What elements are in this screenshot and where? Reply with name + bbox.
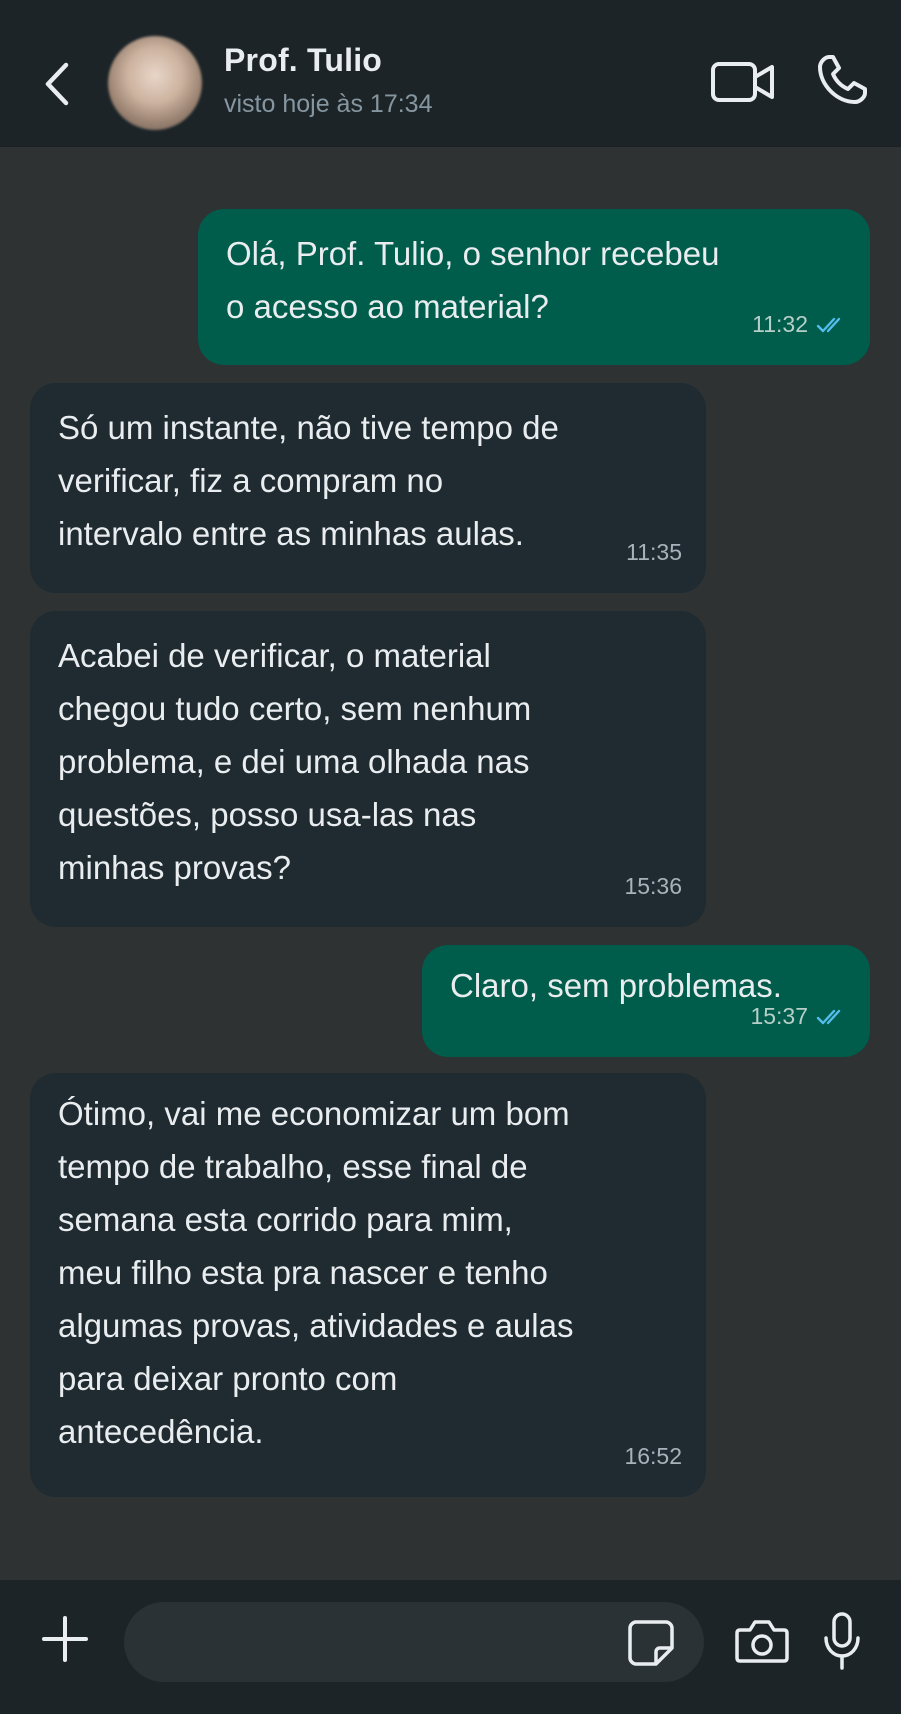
- contact-status: visto hoje às 17:34: [224, 90, 433, 118]
- video-call-button[interactable]: [710, 58, 776, 106]
- message-time: 15:36: [624, 873, 682, 899]
- message-input[interactable]: [124, 1602, 704, 1682]
- message-composer: [0, 1580, 901, 1714]
- message-text: Olá, Prof. Tulio, o senhor recebeu o ace…: [226, 235, 720, 325]
- microphone-icon: [824, 1612, 860, 1670]
- plus-icon: [42, 1616, 88, 1662]
- chevron-left-icon: [45, 62, 69, 106]
- message-meta: 11:35: [626, 526, 682, 579]
- avatar[interactable]: [108, 36, 202, 130]
- message-time: 11:32: [752, 311, 808, 337]
- message-bubble-outgoing[interactable]: Claro, sem problemas. 15:37: [422, 945, 870, 1057]
- message-meta: 15:36: [624, 860, 682, 913]
- double-check-read-icon: [816, 317, 841, 332]
- video-camera-icon: [711, 62, 774, 102]
- back-button[interactable]: [34, 54, 80, 114]
- chat-header: Prof. Tulio visto hoje às 17:34: [0, 0, 901, 147]
- message-time: 15:37: [750, 1003, 808, 1029]
- message-bubble-outgoing[interactable]: Olá, Prof. Tulio, o senhor recebeu o ace…: [198, 209, 870, 365]
- message-meta: 15:37: [750, 990, 846, 1043]
- message-meta: 11:32: [752, 298, 846, 351]
- message-time: 16:52: [624, 1443, 682, 1469]
- message-bubble-incoming[interactable]: Só um instante, não tive tempo de verifi…: [30, 383, 706, 593]
- message-text: Só um instante, não tive tempo de verifi…: [58, 409, 559, 552]
- message-list[interactable]: Olá, Prof. Tulio, o senhor recebeu o ace…: [0, 147, 901, 1580]
- message-meta: 16:52: [624, 1430, 682, 1483]
- voice-message-button[interactable]: [822, 1610, 862, 1672]
- message-time: 11:35: [626, 539, 682, 565]
- double-check-read-icon: [816, 1009, 841, 1024]
- contact-name[interactable]: Prof. Tulio: [224, 42, 382, 79]
- message-bubble-incoming[interactable]: Acabei de verificar, o material chegou t…: [30, 611, 706, 927]
- message-bubble-incoming[interactable]: Ótimo, vai me economizar um bom tempo de…: [30, 1073, 706, 1497]
- camera-button[interactable]: [734, 1616, 790, 1666]
- attach-button[interactable]: [40, 1614, 90, 1664]
- phone-icon: [818, 55, 867, 104]
- sticker-button[interactable]: [626, 1618, 676, 1668]
- message-text: Ótimo, vai me economizar um bom tempo de…: [58, 1095, 574, 1450]
- chat-screen: Prof. Tulio visto hoje às 17:34 Olá, Pro…: [0, 0, 901, 1714]
- sticker-icon: [628, 1620, 674, 1666]
- message-text: Acabei de verificar, o material chegou t…: [58, 637, 532, 886]
- voice-call-button[interactable]: [814, 52, 870, 108]
- camera-icon: [735, 1620, 789, 1663]
